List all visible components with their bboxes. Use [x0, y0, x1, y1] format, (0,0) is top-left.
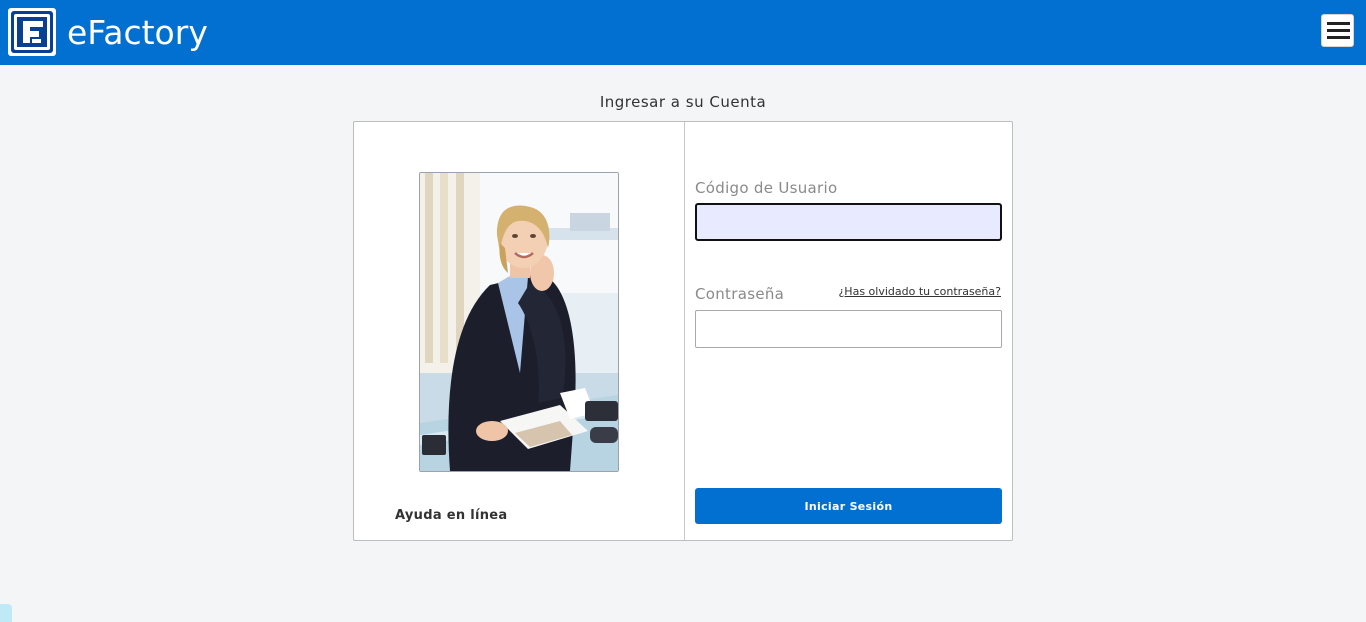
online-help-link[interactable]: Ayuda en línea [395, 507, 508, 525]
hamburger-menu-icon[interactable] [1321, 14, 1354, 47]
forgot-password-link[interactable]: ¿Has olvidado tu contraseña? [838, 285, 1001, 299]
top-navigation-bar: eFactory [0, 0, 1366, 65]
password-label: Contraseña [695, 285, 785, 303]
username-label: Código de Usuario [695, 179, 838, 197]
woman-at-desk-photo [419, 172, 619, 472]
menu-bar-line [1327, 29, 1350, 32]
side-tab[interactable] [0, 604, 12, 622]
card-divider [684, 122, 685, 540]
menu-bar-line [1327, 36, 1350, 39]
password-input[interactable] [695, 310, 1002, 348]
efactory-logo-icon[interactable] [8, 8, 56, 56]
app-title: eFactory [67, 13, 208, 52]
login-heading: Ingresar a su Cuenta [599, 93, 767, 111]
menu-bar-line [1327, 22, 1350, 25]
username-input[interactable] [695, 203, 1002, 241]
login-submit-button[interactable]: Iniciar Sesión [695, 488, 1002, 524]
login-card: Ayuda en línea Código de Usuario Contras… [353, 121, 1013, 541]
